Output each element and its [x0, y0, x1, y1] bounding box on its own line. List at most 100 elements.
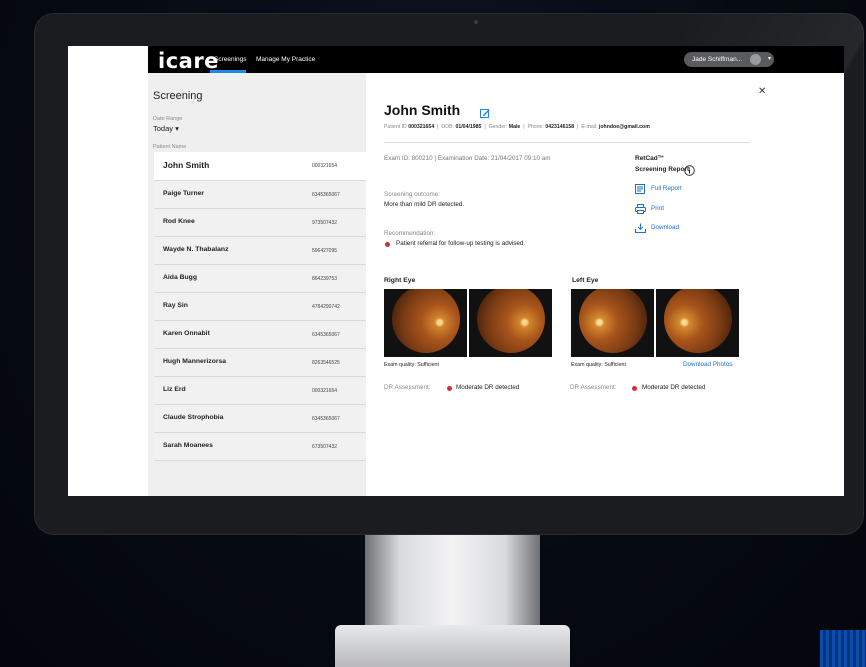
caret-down-icon: ▾	[175, 124, 179, 133]
left-eye-photo-2[interactable]	[656, 289, 739, 357]
download-photos-link[interactable]: Download Photos	[683, 361, 732, 368]
date-range-value: Today	[153, 124, 174, 133]
report-icon	[635, 184, 645, 194]
monitor-stand-base	[335, 625, 570, 667]
patient-id: 000321654	[312, 163, 338, 169]
floor-light	[820, 630, 866, 667]
phone-label: Phone:	[527, 124, 544, 130]
right-eye-photo-1[interactable]	[384, 289, 467, 357]
patient-name: Hugh Mannerizorsa	[163, 358, 227, 365]
patient-id: 000321654	[312, 388, 338, 394]
date-range-label: Date Range	[153, 116, 183, 122]
nav-manage-practice[interactable]: Manage My Practice	[256, 56, 315, 63]
right-eye-title: Right Eye	[384, 277, 416, 284]
patient-meta: Patient ID 000321654 | DOB: 01/04/1985 |…	[384, 124, 650, 130]
patient-id: 4784290742	[312, 304, 340, 310]
report-title: RetCad™	[635, 155, 665, 162]
patient-name: Rod Knee	[163, 218, 195, 225]
patient-row[interactable]: Wayde N. Thabalanz 596427095	[154, 237, 366, 265]
screening-outcome-value: More than mild DR detected.	[384, 201, 465, 208]
alert-dot-icon	[385, 242, 390, 247]
print-link[interactable]: Print	[635, 204, 664, 216]
patient-name-header: Patient Name	[153, 144, 187, 150]
dob-label: DOB:	[441, 124, 455, 130]
report-subtitle: Screening Report	[635, 166, 690, 173]
patient-id: 6345365067	[312, 416, 340, 422]
edit-icon[interactable]	[480, 105, 490, 123]
patient-id: 973507432	[312, 220, 338, 226]
screening-outcome-label: Screening outcome:	[384, 191, 441, 198]
phone-value: 0423146158	[545, 124, 575, 130]
recommendation-value: Patient referral for follow-up testing i…	[396, 240, 526, 247]
patient-row[interactable]: John Smith 000321654	[154, 152, 366, 181]
recommendation-label: Recommendation:	[384, 230, 436, 237]
patient-name: Aida Bugg	[163, 274, 197, 281]
close-icon[interactable]: ✕	[758, 86, 766, 97]
patient-name: Karen Onnabit	[163, 330, 210, 337]
patient-id: 6345365067	[312, 332, 340, 338]
print-label: Print	[651, 205, 664, 212]
patient-name: Paige Turner	[163, 190, 205, 197]
patient-name: Wayde N. Thabalanz	[163, 246, 229, 253]
alert-dot-icon	[632, 386, 637, 391]
left-eye-dr-value: Moderate DR detected	[642, 384, 706, 391]
email-label: E-mail:	[581, 124, 598, 130]
user-name: Jade Schiffman...	[692, 56, 743, 63]
patient-row[interactable]: Sarah Moanees 673507432	[154, 433, 366, 461]
right-eye-dr-label: DR Assessment:	[384, 384, 431, 391]
divider	[384, 142, 750, 143]
patient-id-label: Patient ID	[384, 124, 407, 130]
app-screen: icare Screenings Manage My Practice Jade…	[68, 46, 844, 496]
retina-image	[579, 289, 647, 353]
nav-screenings[interactable]: Screenings	[214, 56, 247, 63]
date-range-select[interactable]: Today ▾	[153, 124, 179, 133]
patient-row[interactable]: Liz Erd 000321654	[154, 377, 366, 405]
left-eye-exam-quality: Exam quality: Sufficient	[571, 362, 626, 368]
retina-image	[392, 289, 460, 353]
patient-row[interactable]: Ray Sin 4784290742	[154, 293, 366, 321]
info-icon[interactable]	[684, 163, 695, 181]
patient-row[interactable]: Hugh Mannerizorsa 8263546525	[154, 349, 366, 377]
download-icon	[635, 223, 646, 233]
full-report-link[interactable]: Full Report	[635, 184, 682, 196]
dob-value: 01/04/1985	[455, 124, 482, 130]
right-eye-photo-2[interactable]	[469, 289, 552, 357]
user-menu[interactable]: Jade Schiffman... ▾	[684, 52, 774, 67]
patient-row[interactable]: Aida Bugg 864239753	[154, 265, 366, 293]
gender-value: Male	[508, 124, 521, 130]
download-link[interactable]: Download	[635, 223, 679, 235]
right-eye-dr-value: Moderate DR detected	[456, 384, 520, 391]
screen-margin	[68, 46, 148, 73]
patient-row[interactable]: Paige Turner 6345365067	[154, 181, 366, 209]
email-value: johndoe@gmail.com	[598, 124, 650, 130]
patient-name: Sarah Moanees	[163, 442, 213, 449]
patient-id: 673507432	[312, 444, 338, 450]
patient-list: John Smith 000321654 Paige Turner 63453650…	[154, 152, 366, 461]
patient-id: 6345365067	[312, 192, 340, 198]
patient-name: John Smith	[163, 160, 210, 170]
exam-info: Exam ID: 800210 | Examination Date: 21/0…	[384, 155, 551, 162]
sidebar-title: Screening	[153, 90, 203, 102]
camera-dot	[474, 20, 478, 24]
patient-id-value: 000321654	[408, 124, 435, 130]
avatar	[750, 54, 761, 65]
left-eye-dr-label: DR Assessment:	[570, 384, 617, 391]
retina-image	[664, 289, 732, 353]
caret-down-icon: ▾	[767, 56, 771, 62]
patient-row[interactable]: Claude Strophobia 6345365067	[154, 405, 366, 433]
full-report-label: Full Report	[651, 185, 682, 192]
left-eye-photo-1[interactable]	[571, 289, 654, 357]
left-eye-title: Left Eye	[572, 277, 599, 284]
patient-row[interactable]: Karen Onnabit 6345365067	[154, 321, 366, 349]
retina-image	[477, 289, 545, 353]
top-nav-bar: icare Screenings Manage My Practice Jade…	[68, 46, 844, 73]
patient-name: Liz Erd	[163, 386, 186, 393]
patient-row[interactable]: Rod Knee 973507432	[154, 209, 366, 237]
gender-label: Gender:	[488, 124, 508, 130]
patient-name: Ray Sin	[163, 302, 188, 309]
alert-dot-icon	[447, 386, 452, 391]
download-label: Download	[651, 224, 680, 231]
patient-id: 864239753	[312, 276, 338, 282]
patient-title: John Smith	[384, 102, 461, 118]
right-eye-exam-quality: Exam quality: Sufficient	[384, 362, 439, 368]
